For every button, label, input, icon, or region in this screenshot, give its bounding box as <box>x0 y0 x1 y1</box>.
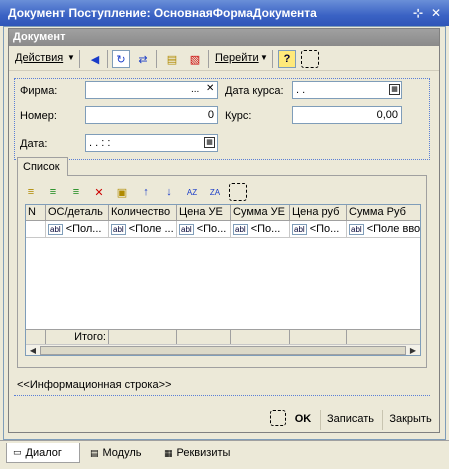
kurs-label: Курс: <box>225 110 252 122</box>
table-cell[interactable]: abl <По... <box>290 221 347 238</box>
sort-asc-icon[interactable]: AZ <box>183 183 201 201</box>
cell-text: <По... <box>309 223 340 235</box>
column-header[interactable]: Цена руб <box>290 205 347 221</box>
pin-icon[interactable]: ⊹ <box>410 5 426 21</box>
customize-icon[interactable] <box>301 50 319 68</box>
toolbar-separator <box>79 50 80 68</box>
tab-label: Модуль <box>102 447 142 459</box>
ok-button[interactable]: OK <box>288 410 318 430</box>
tab-props[interactable]: ▦ Реквизиты <box>158 443 244 463</box>
column-header[interactable]: Сумма Руб <box>347 205 420 221</box>
edit-row-icon[interactable]: ≡ <box>67 183 85 201</box>
cell-text: <Поле вво <box>366 223 421 235</box>
props-icon: ▦ <box>164 447 173 458</box>
toolbar-separator <box>107 50 108 68</box>
divider <box>14 395 430 396</box>
cell-text: <По... <box>196 223 227 235</box>
text-field-icon: abl <box>179 223 194 235</box>
add-row-icon[interactable]: ≡ <box>22 183 40 201</box>
move-up-icon[interactable]: ↑ <box>137 183 155 201</box>
nomer-field[interactable]: 0 <box>85 106 218 124</box>
column-header[interactable]: N <box>26 205 46 221</box>
footer-cell <box>109 329 177 344</box>
firma-label: Фирма: <box>20 85 58 97</box>
close-window-button[interactable]: ✕ <box>428 5 444 21</box>
calendar-icon[interactable]: ▦ <box>389 84 400 95</box>
footer-cell <box>347 329 420 344</box>
refresh-icon[interactable]: ↻ <box>112 50 130 68</box>
horizontal-scrollbar[interactable]: ◀ ▶ <box>26 344 420 355</box>
cell-text: <Пол... <box>65 223 102 235</box>
footer-cell <box>231 329 290 344</box>
end-edit-icon[interactable]: ▣ <box>113 183 131 201</box>
cell-text: <Поле ... <box>128 223 174 235</box>
unpost-document-icon[interactable]: ▧ <box>186 50 204 68</box>
scroll-thumb[interactable] <box>40 346 406 355</box>
data-field[interactable]: . . : : <box>85 134 218 152</box>
nomer-label: Номер: <box>20 110 57 122</box>
help-icon[interactable]: ? <box>278 50 296 68</box>
data-kursa-field[interactable]: . . <box>292 81 402 99</box>
kurs-field[interactable]: 0,00 <box>292 106 402 124</box>
post-document-icon[interactable]: ▤ <box>163 50 181 68</box>
table-cell[interactable]: abl <Поле ... <box>109 221 177 238</box>
move-down-icon[interactable]: ↓ <box>160 183 178 201</box>
toolbar-separator <box>272 50 273 68</box>
text-field-icon: abl <box>48 223 63 235</box>
table[interactable]: N ОС/деталь Количество Цена УЕ Сумма УЕ … <box>25 204 421 356</box>
cell-text: <По... <box>250 223 281 235</box>
tab-list[interactable]: Список <box>17 157 68 176</box>
scroll-left-icon[interactable]: ◀ <box>27 345 39 355</box>
goto-menu[interactable]: Перейти <box>215 52 259 64</box>
text-field-icon: abl <box>349 223 364 235</box>
footer-cell <box>177 329 231 344</box>
tab-module[interactable]: ▤ Модуль <box>84 443 152 463</box>
form-customize-icon[interactable] <box>270 410 286 426</box>
data-kursa-label: Дата курса: <box>225 85 284 97</box>
dialog-icon: ▭ <box>13 447 22 457</box>
text-field-icon: abl <box>233 223 248 235</box>
table-cell[interactable] <box>26 221 46 238</box>
chevron-down-icon: ▼ <box>260 53 268 62</box>
swap-icon[interactable]: ⇄ <box>134 50 152 68</box>
footer-cell <box>26 329 46 344</box>
sort-desc-icon[interactable]: ZA <box>206 183 224 201</box>
table-cell[interactable]: abl <По... <box>231 221 290 238</box>
column-header[interactable]: Количество <box>109 205 177 221</box>
chevron-down-icon: ▼ <box>67 53 75 62</box>
data-label: Дата: <box>20 138 48 150</box>
footer-total-label: Итого: <box>46 329 109 344</box>
close-button[interactable]: Закрыть <box>382 410 438 430</box>
tab-dialog[interactable]: ▭ Диалог <box>6 443 80 463</box>
list-customize-icon[interactable] <box>229 183 247 201</box>
table-cell[interactable]: abl <Поле вво <box>347 221 421 238</box>
delete-row-icon[interactable]: ✕ <box>90 183 108 201</box>
info-line: <<Информационная строка>> <box>17 379 172 391</box>
select-button[interactable]: ... <box>191 84 199 95</box>
tab-label: Реквизиты <box>176 447 231 459</box>
table-cell[interactable]: abl <По... <box>177 221 231 238</box>
clear-icon[interactable]: ✕ <box>206 83 214 94</box>
copy-row-icon[interactable]: ≡ <box>44 183 62 201</box>
save-button[interactable]: Записать <box>320 410 380 430</box>
toolbar-separator <box>156 50 157 68</box>
column-header[interactable]: ОС/деталь <box>46 205 109 221</box>
module-icon: ▤ <box>90 447 99 458</box>
text-field-icon: abl <box>292 223 307 235</box>
form-title: Документ <box>9 29 439 46</box>
footer-cell <box>290 329 347 344</box>
window-title: Документ Поступление: ОсновнаяФормаДокум… <box>8 6 317 20</box>
back-arrow-icon[interactable]: ◀ <box>86 50 104 68</box>
toolbar-separator <box>208 50 209 68</box>
actions-menu[interactable]: Действия <box>15 52 63 64</box>
column-header[interactable]: Сумма УЕ <box>231 205 290 221</box>
table-cell[interactable]: abl <Пол... <box>46 221 109 238</box>
column-header[interactable]: Цена УЕ <box>177 205 231 221</box>
scroll-right-icon[interactable]: ▶ <box>407 345 419 355</box>
calendar-icon[interactable]: ▦ <box>204 137 215 148</box>
tab-label: Диалог <box>25 446 62 459</box>
text-field-icon: abl <box>111 223 126 235</box>
